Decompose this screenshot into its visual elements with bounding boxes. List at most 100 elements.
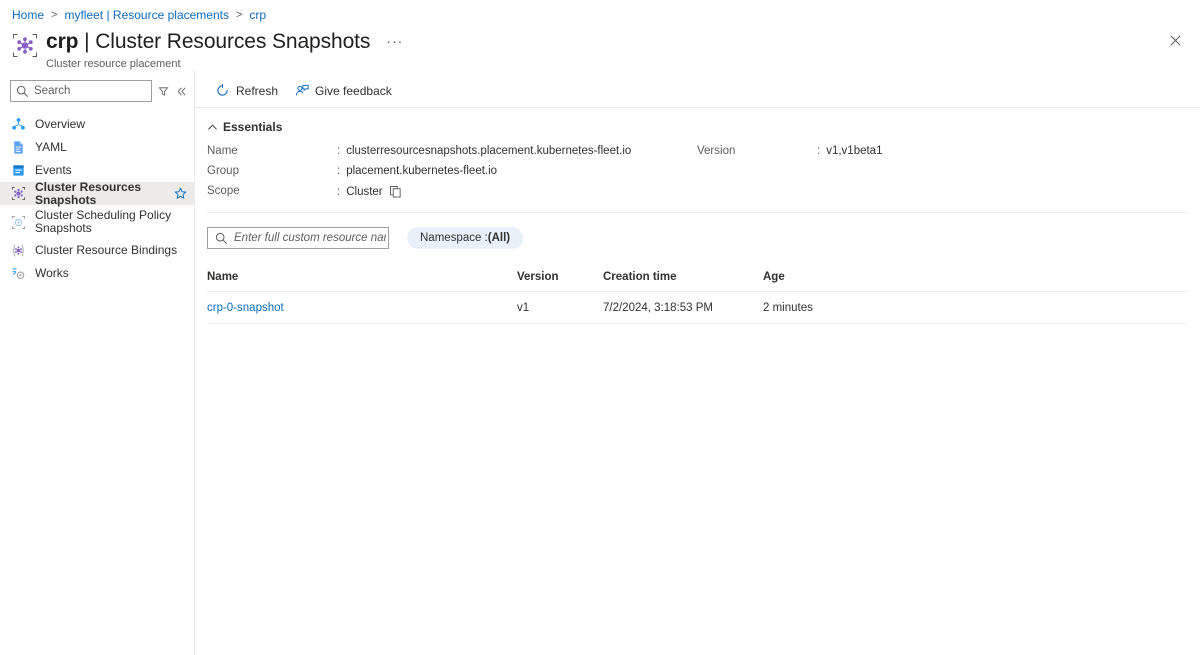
sidebar-item-label: Cluster Resources Snapshots (35, 181, 174, 207)
namespace-filter-value: (All) (488, 232, 510, 244)
breadcrumb-separator: > (51, 9, 57, 21)
breadcrumb-item-home[interactable]: Home (12, 8, 44, 22)
sidebar-search-input[interactable] (32, 84, 151, 98)
cell-creation-time: 7/2/2024, 3:18:53 PM (603, 292, 763, 324)
page-title-resource: crp (46, 30, 78, 53)
filter-row: Namespace : (All) (195, 213, 1200, 249)
sidebar-item-label: Works (35, 267, 188, 280)
search-icon (215, 232, 228, 245)
snapshots-table-wrapper: Name Version Creation time Age crp-0-sna… (195, 271, 1200, 324)
sidebar-item-yaml[interactable]: YAML (0, 136, 194, 159)
overview-icon (10, 117, 26, 133)
sidebar-item-label: Overview (35, 118, 188, 131)
cell-version: v1 (517, 292, 603, 324)
essentials-group-text: placement.kubernetes-fleet.io (346, 165, 497, 177)
essentials-name-text: clusterresourcesnapshots.placement.kuber… (346, 145, 631, 157)
give-feedback-button[interactable]: Give feedback (286, 78, 400, 104)
essentials-colon: : (337, 186, 340, 198)
table-head: Name Version Creation time Age (207, 271, 1188, 292)
double-chevron-left-icon[interactable] (175, 81, 188, 101)
breadcrumb: Home > myfleet | Resource placements > c… (0, 0, 1200, 24)
page-header: crp | Cluster Resources Snapshots ··· Cl… (0, 24, 1200, 70)
essentials-key-scope: Scope (207, 185, 337, 198)
cell-name: crp-0-snapshot (207, 292, 517, 324)
sidebar-item-works[interactable]: Works (0, 262, 194, 285)
more-options-button[interactable]: ··· (386, 29, 403, 53)
resource-name-search-input[interactable] (232, 231, 388, 245)
snapshot-name-link[interactable]: crp-0-snapshot (207, 302, 284, 314)
content-area: Refresh Give feedback (195, 70, 1200, 655)
table-body: crp-0-snapshot v1 7/2/2024, 3:18:53 PM 2… (207, 292, 1188, 324)
essentials-spacer (697, 185, 817, 198)
table-header-row: Name Version Creation time Age (207, 271, 1188, 292)
sidebar-search-row (0, 78, 194, 104)
column-header-version[interactable]: Version (517, 271, 603, 292)
essentials-key-group: Group (207, 165, 337, 177)
sidebar-item-cluster-scheduling-policy-snapshots[interactable]: Cluster Scheduling Policy Snapshots (0, 205, 194, 239)
sidebar-item-events[interactable]: Events (0, 159, 194, 182)
sidebar-item-label: YAML (35, 141, 188, 154)
title-line: crp | Cluster Resources Snapshots ··· (46, 30, 403, 55)
close-icon (1170, 35, 1181, 46)
binding-icon (10, 243, 26, 259)
table-row[interactable]: crp-0-snapshot v1 7/2/2024, 3:18:53 PM 2… (207, 292, 1188, 324)
page-title: crp | Cluster Resources Snapshots (46, 30, 370, 54)
page-subtitle: Cluster resource placement (46, 57, 403, 71)
essentials-key-version: Version (697, 145, 817, 157)
sidebar-item-cluster-resources-snapshots[interactable]: Cluster Resources Snapshots (0, 182, 194, 205)
essentials-scope-text: Cluster (346, 186, 382, 198)
column-header-creation-time[interactable]: Creation time (603, 271, 763, 292)
essentials-heading: Essentials (223, 120, 282, 134)
refresh-button[interactable]: Refresh (207, 78, 286, 104)
essentials-colon: : (817, 145, 820, 157)
page-body: Overview YAML E (0, 70, 1200, 655)
chevron-up-icon (207, 122, 218, 133)
copy-icon[interactable] (389, 185, 402, 198)
policy-snapshot-icon (10, 214, 26, 230)
sidebar-search-box[interactable] (10, 80, 152, 102)
essentials-toggle[interactable]: Essentials (207, 120, 281, 134)
essentials-section: Essentials Name : clusterresourcesnapsho… (195, 108, 1200, 213)
page-title-section: Cluster Resources Snapshots (95, 30, 370, 53)
events-icon (10, 163, 26, 179)
cluster-resource-placement-icon (12, 33, 38, 59)
essentials-value-version: : v1,v1beta1 (817, 145, 1188, 157)
namespace-filter-label: Namespace : (420, 232, 488, 244)
essentials-key-name: Name (207, 145, 337, 157)
essentials-colon: : (337, 145, 340, 157)
breadcrumb-item-crp[interactable]: crp (249, 8, 266, 22)
works-icon (10, 266, 26, 282)
sidebar-item-label: Cluster Resource Bindings (35, 244, 188, 257)
breadcrumb-item-myfleet[interactable]: myfleet | Resource placements (64, 8, 229, 22)
breadcrumb-separator: > (236, 9, 242, 21)
title-block: crp | Cluster Resources Snapshots ··· Cl… (46, 30, 403, 71)
essentials-value-group: : placement.kubernetes-fleet.io (337, 165, 697, 177)
filter-icon[interactable] (157, 81, 170, 101)
refresh-label: Refresh (236, 84, 278, 98)
resource-name-search-box[interactable] (207, 227, 389, 249)
yaml-document-icon (10, 140, 26, 156)
essentials-colon: : (337, 165, 340, 177)
sidebar: Overview YAML E (0, 70, 195, 655)
column-header-age[interactable]: Age (763, 271, 1188, 292)
sidebar-item-overview[interactable]: Overview (0, 113, 194, 136)
favorite-star-icon[interactable] (174, 187, 188, 201)
column-header-name[interactable]: Name (207, 271, 517, 292)
essentials-value-name: : clusterresourcesnapshots.placement.kub… (337, 145, 697, 157)
search-icon (16, 85, 29, 98)
snapshots-table: Name Version Creation time Age crp-0-sna… (207, 271, 1188, 324)
essentials-spacer (817, 165, 1188, 177)
command-toolbar: Refresh Give feedback (195, 74, 1200, 108)
page-title-divider: | (78, 30, 95, 53)
close-button[interactable] (1164, 29, 1186, 51)
refresh-icon (215, 83, 230, 98)
sidebar-item-label: Cluster Scheduling Policy Snapshots (35, 209, 188, 235)
essentials-value-scope: : Cluster (337, 185, 697, 198)
essentials-spacer (817, 185, 1188, 198)
namespace-filter-pill[interactable]: Namespace : (All) (407, 227, 523, 249)
give-feedback-label: Give feedback (315, 84, 392, 98)
feedback-person-icon (294, 83, 309, 98)
essentials-grid: Name : clusterresourcesnapshots.placemen… (207, 145, 1188, 213)
sidebar-item-cluster-resource-bindings[interactable]: Cluster Resource Bindings (0, 239, 194, 262)
cell-age: 2 minutes (763, 292, 1188, 324)
